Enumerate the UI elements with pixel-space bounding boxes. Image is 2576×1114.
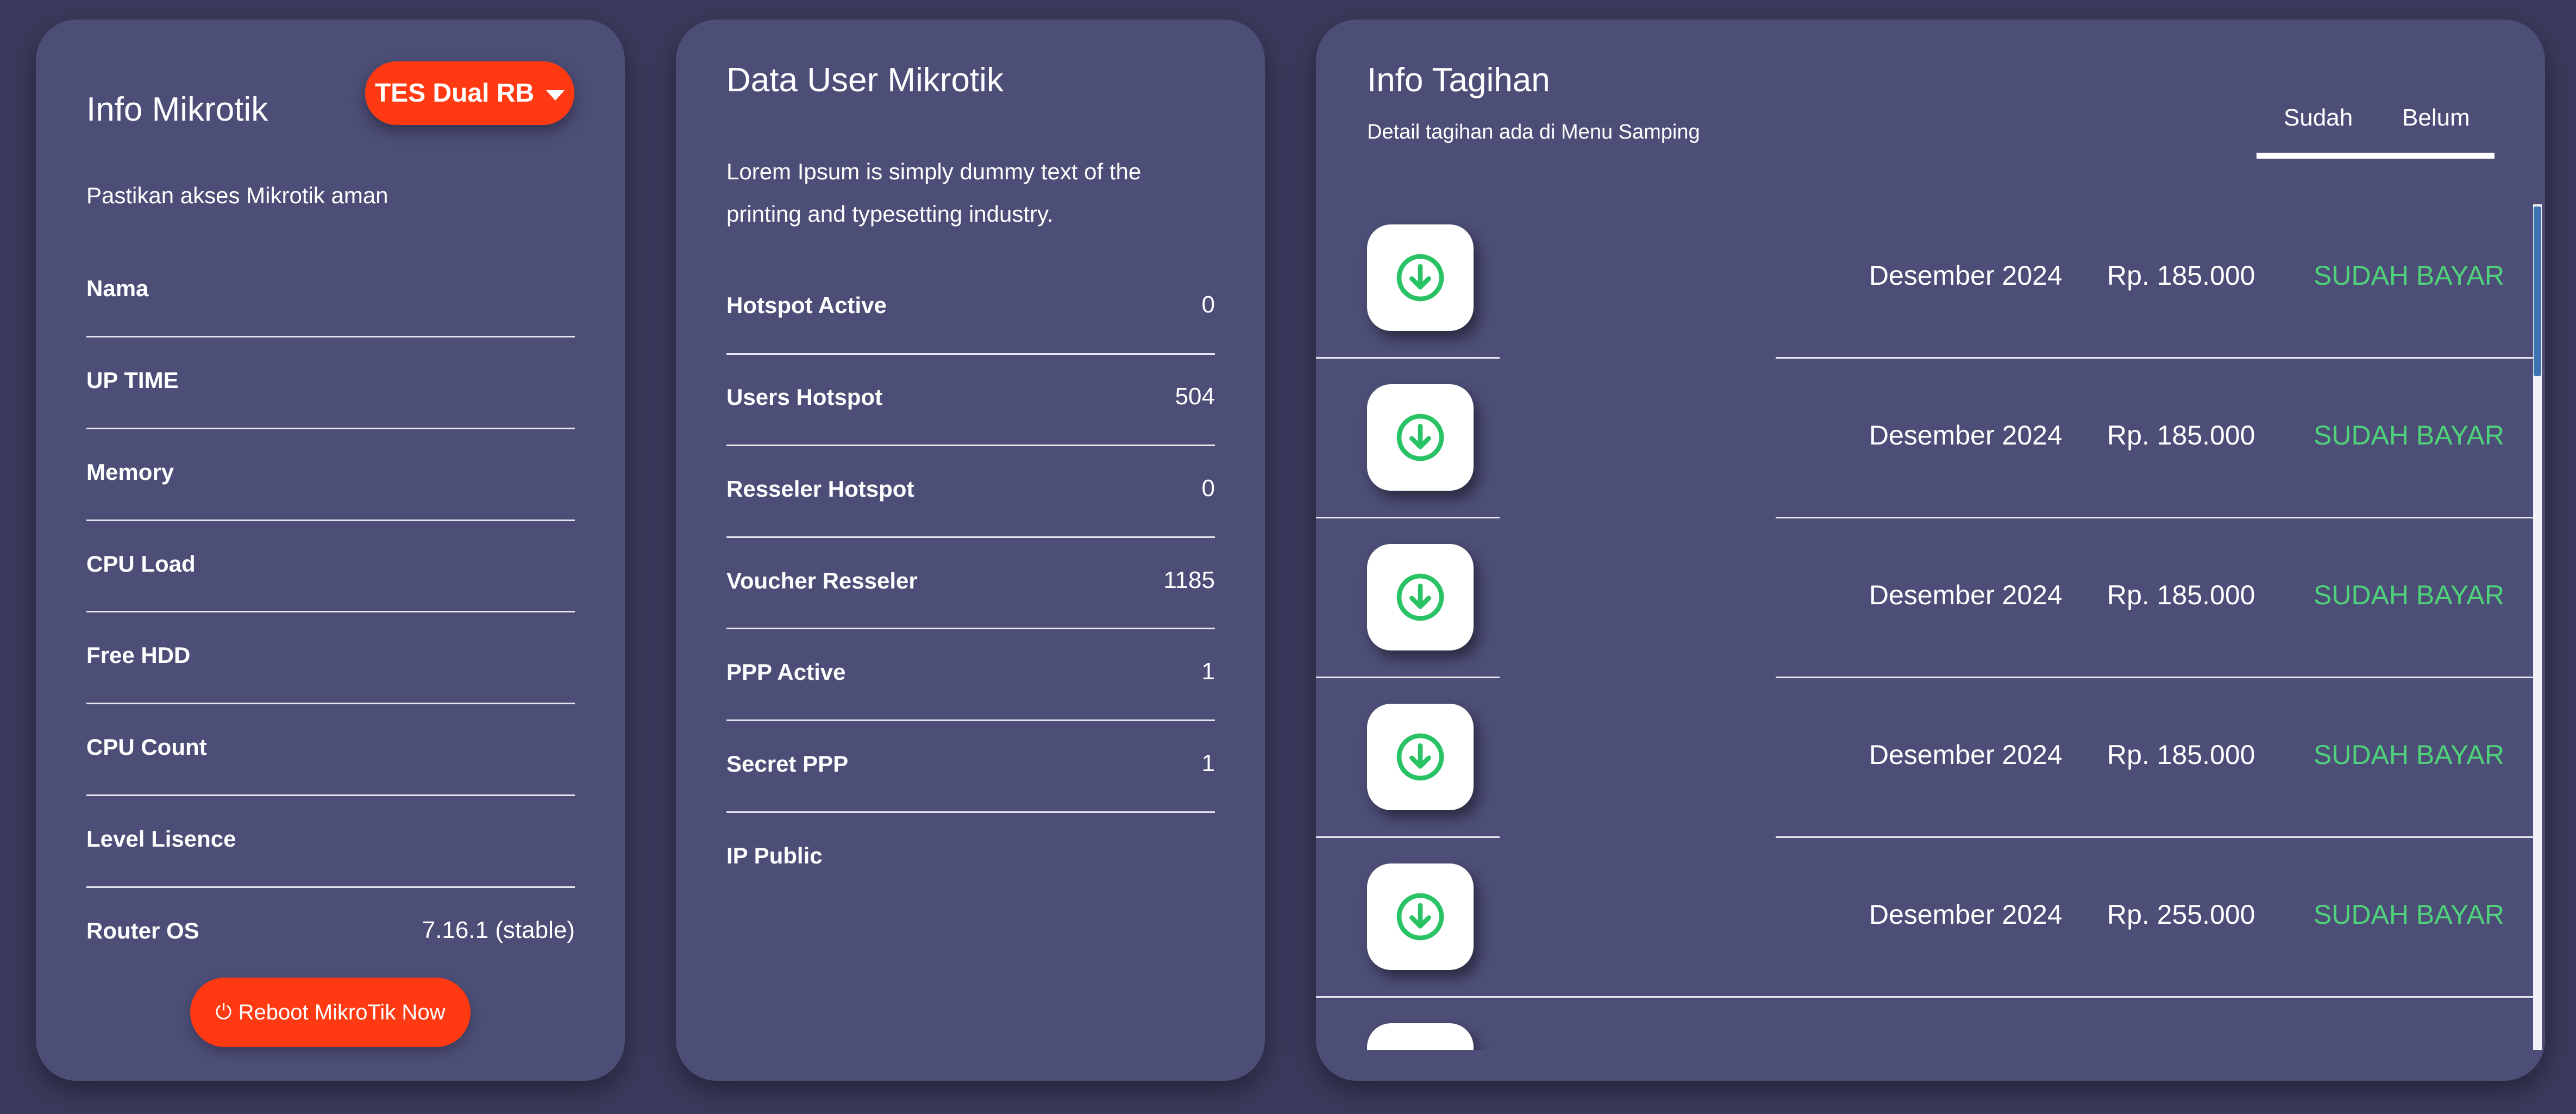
bill-period: Desember 2024 [1869, 260, 2063, 291]
row-label-router-os: Router OS [86, 918, 199, 943]
data-user-card: Data User Mikrotik Lorem Ipsum is simply… [676, 20, 1265, 1081]
divider [726, 353, 1215, 355]
download-button[interactable] [1367, 544, 1474, 650]
divider [86, 520, 575, 521]
list-item [1316, 998, 2533, 1050]
row-label-ip-public: IP Public [726, 843, 823, 868]
divider [86, 886, 575, 888]
info-mikrotik-subtitle: Pastikan akses Mikrotik aman [86, 183, 388, 208]
data-user-description-line1: Lorem Ipsum is simply dummy text of the [726, 159, 1142, 184]
bill-period: Desember 2024 [1869, 580, 2063, 610]
row-label-ppp-active: PPP Active [726, 659, 846, 685]
row-label-memory: Memory [86, 459, 174, 485]
bill-status: SUDAH BAYAR [2314, 420, 2505, 450]
row-label-uptime: UP TIME [86, 367, 179, 393]
bill-period: Desember 2024 [1869, 420, 2063, 450]
download-button[interactable] [1367, 704, 1474, 810]
row-value-voucher-resseler: 1185 [1163, 567, 1215, 593]
data-user-title: Data User Mikrotik [726, 61, 1004, 99]
bill-status: SUDAH BAYAR [2314, 260, 2505, 291]
caret-down-icon [546, 90, 565, 101]
download-button[interactable] [1367, 1023, 1474, 1050]
row-label-users-hotspot: Users Hotspot [726, 384, 883, 410]
row-value-secret-ppp: 1 [1201, 750, 1215, 777]
row-value-resseler-hotspot: 0 [1201, 475, 1215, 502]
data-user-description-line2: printing and typesetting industry. [726, 201, 1054, 227]
tab-belum[interactable]: Belum [2402, 104, 2470, 132]
divider [726, 536, 1215, 538]
download-icon [1392, 1048, 1449, 1050]
row-label-cpu-load: CPU Load [86, 551, 196, 577]
divider [86, 336, 575, 337]
reboot-mikrotik-button[interactable]: ⏻ Reboot MikroTik Now [190, 978, 471, 1047]
divider [726, 628, 1215, 629]
info-tagihan-card: Info Tagihan Detail tagihan ada di Menu … [1316, 20, 2545, 1081]
bill-amount: Rp. 185.000 [2107, 420, 2255, 450]
info-mikrotik-card: Info Mikrotik TES Dual RB Pastikan akses… [36, 20, 625, 1081]
row-label-level-lisence: Level Lisence [86, 826, 236, 852]
tab-active-indicator [2257, 153, 2494, 159]
list-item: Desember 2024 Rp. 185.000 SUDAH BAYAR [1316, 359, 2533, 518]
divider [86, 611, 575, 612]
list-item: Desember 2024 Rp. 255.000 SUDAH BAYAR [1316, 838, 2533, 998]
row-label-nama: Nama [86, 276, 149, 301]
tab-sudah[interactable]: Sudah [2284, 104, 2353, 132]
bill-amount: Rp. 185.000 [2107, 260, 2255, 291]
bill-amount: Rp. 185.000 [2107, 580, 2255, 610]
list-item: Desember 2024 Rp. 185.000 SUDAH BAYAR [1316, 199, 2533, 359]
info-mikrotik-title: Info Mikrotik [86, 91, 268, 128]
info-tagihan-subtitle: Detail tagihan ada di Menu Samping [1367, 121, 1700, 143]
download-button[interactable] [1367, 224, 1474, 331]
bill-status: SUDAH BAYAR [2314, 899, 2505, 930]
row-label-resseler-hotspot: Resseler Hotspot [726, 476, 914, 502]
row-label-hotspot-active: Hotspot Active [726, 292, 887, 318]
bill-status: SUDAH BAYAR [2314, 580, 2505, 610]
download-icon [1396, 573, 1444, 621]
bill-list: Desember 2024 Rp. 185.000 SUDAH BAYAR De… [1316, 199, 2533, 1050]
divider [726, 811, 1215, 813]
router-select-dropdown[interactable]: TES Dual RB [365, 61, 574, 125]
router-select-label: TES Dual RB [374, 79, 535, 108]
download-icon [1396, 733, 1444, 781]
row-label-secret-ppp: Secret PPP [726, 751, 849, 777]
scrollbar-thumb[interactable] [2534, 206, 2541, 376]
list-item: Desember 2024 Rp. 185.000 SUDAH BAYAR [1316, 518, 2533, 678]
divider [86, 428, 575, 429]
bill-period: Desember 2024 [1869, 899, 2063, 930]
list-item: Desember 2024 Rp. 185.000 SUDAH BAYAR [1316, 678, 2533, 838]
download-button[interactable] [1367, 863, 1474, 970]
row-label-free-hdd: Free HDD [86, 642, 191, 668]
bill-amount: Rp. 255.000 [2107, 899, 2255, 930]
row-value-hotspot-active: 0 [1201, 291, 1215, 318]
download-icon [1396, 414, 1444, 461]
bill-period: Desember 2024 [1869, 740, 2063, 770]
row-label-voucher-resseler: Voucher Resseler [726, 568, 918, 593]
row-value-ppp-active: 1 [1201, 658, 1215, 685]
divider [86, 794, 575, 796]
divider [726, 719, 1215, 721]
download-button[interactable] [1367, 384, 1474, 491]
divider [86, 703, 575, 704]
download-icon [1396, 254, 1444, 302]
row-value-users-hotspot: 504 [1175, 383, 1215, 410]
row-label-cpu-count: CPU Count [86, 734, 207, 760]
info-tagihan-title: Info Tagihan [1367, 61, 1550, 99]
row-value-router-os: 7.16.1 (stable) [422, 917, 575, 943]
reboot-button-label: Reboot MikroTik Now [238, 1000, 446, 1024]
divider [726, 445, 1215, 446]
bill-status: SUDAH BAYAR [2314, 740, 2505, 770]
download-icon [1396, 893, 1444, 941]
power-icon: ⏻ [215, 1000, 232, 1024]
payment-status-tabs: Sudah Belum [2257, 83, 2494, 159]
bill-amount: Rp. 185.000 [2107, 740, 2255, 770]
